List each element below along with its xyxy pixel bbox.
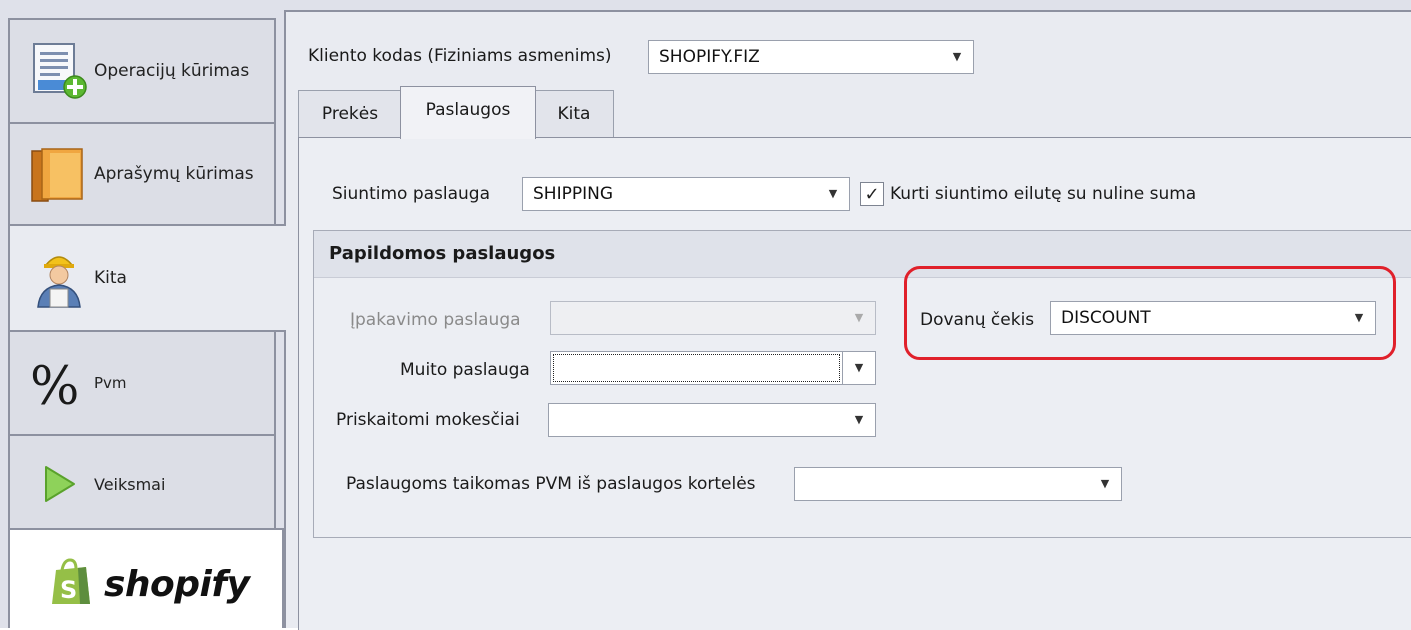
chevron-down-icon[interactable]: ▼ [817,178,849,210]
gift-card-value: DISCOUNT [1061,308,1151,328]
shopify-logo: S shopify [8,528,284,628]
service-vat-select[interactable]: ▼ [794,467,1122,501]
shipping-service-label: Siuntimo paslauga [332,184,491,204]
group-header: Papildomos paslaugos [314,231,1411,278]
sidebar-item-label: Aprašymų kūrimas [94,164,254,184]
packaging-service-select[interactable]: ▼ [550,301,876,335]
books-icon [28,143,90,205]
sidebar-item-pvm[interactable]: % Pvm [8,330,276,436]
percent-icon: % [28,352,90,417]
client-code-label: Kliento kodas (Fiziniams asmenims) [308,46,612,66]
sidebar-item-label: Pvm [94,374,127,392]
tab-label: Kita [557,104,591,124]
client-code-select[interactable]: SHOPIFY.FIZ ▼ [648,40,974,74]
sidebar-item-label: Operacijų kūrimas [94,61,250,81]
document-add-icon [28,40,90,102]
assigned-fees-label: Priskaitomi mokesčiai [336,410,520,430]
shopify-wordmark: shopify [104,563,250,605]
sidebar-item-kita[interactable]: Kita [8,224,286,332]
packaging-service-label: Įpakavimo paslauga [350,310,521,330]
service-vat-label: Paslaugoms taikomas PVM iš paslaugos kor… [346,474,756,494]
worker-icon [28,247,90,309]
chevron-down-icon[interactable]: ▼ [1343,302,1375,334]
customs-service-label: Muito paslauga [400,360,530,380]
svg-text:%: % [30,357,79,414]
chevron-down-icon[interactable]: ▼ [1089,468,1121,500]
tab-kita[interactable]: Kita [534,90,614,138]
chevron-down-icon[interactable]: ▼ [941,41,973,73]
shopify-bag-icon: S [50,558,94,610]
app-window: Operacijų kūrimas Aprašymų kūrimas Kita [0,0,1411,630]
svg-text:S: S [60,576,77,604]
group-title: Papildomos paslaugos [329,243,556,264]
sidebar-item-label: Kita [94,268,127,288]
focus-indicator [553,354,840,382]
tab-label: Prekės [321,104,379,124]
zero-shipping-checkbox[interactable]: ✓ [860,182,884,206]
sidebar-item-operaciju-kurimas[interactable]: Operacijų kūrimas [8,18,276,124]
shipping-service-value: SHIPPING [533,184,613,204]
tab-paslaugos[interactable]: Paslaugos [400,86,536,139]
client-code-value: SHOPIFY.FIZ [659,47,760,67]
customs-service-select[interactable]: ▼ [550,351,876,385]
shipping-service-select[interactable]: SHIPPING ▼ [522,177,850,211]
sidebar-item-aprasymu-kurimas[interactable]: Aprašymų kūrimas [8,122,276,226]
play-icon [28,453,90,515]
sidebar-item-label: Veiksmai [94,474,166,494]
zero-shipping-label: Kurti siuntimo eilutę su nuline suma [890,184,1197,204]
gift-card-select[interactable]: DISCOUNT ▼ [1050,301,1376,335]
main-panel: Kliento kodas (Fiziniams asmenims) SHOPI… [284,10,1411,630]
chevron-down-icon[interactable]: ▼ [843,404,875,436]
tab-label: Paslaugos [425,100,511,120]
chevron-down-icon[interactable]: ▼ [843,302,875,334]
assigned-fees-select[interactable]: ▼ [548,403,876,437]
tab-prekes[interactable]: Prekės [298,90,402,138]
sidebar-item-veiksmai[interactable]: Veiksmai [8,434,276,534]
gift-card-label: Dovanų čekis [920,310,1035,330]
chevron-down-icon[interactable]: ▼ [842,352,875,384]
